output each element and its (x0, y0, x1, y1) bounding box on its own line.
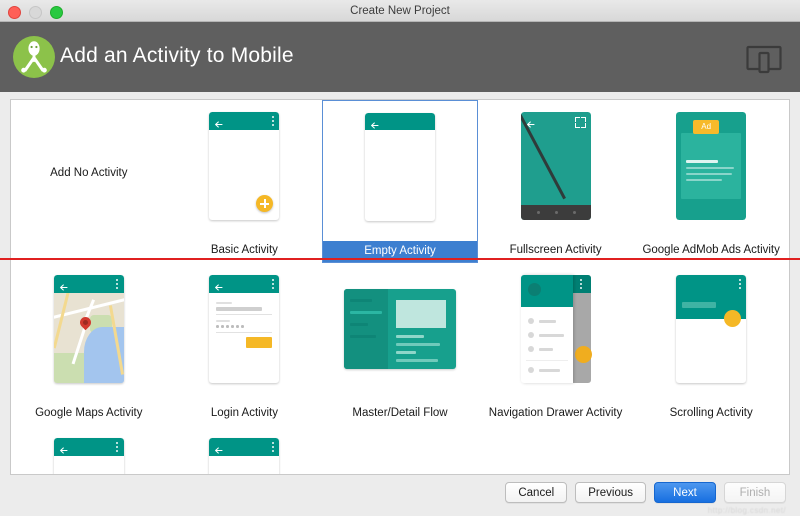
activity-card-navigation-drawer-activity[interactable]: Navigation Drawer Activity (478, 263, 634, 426)
floating-action-button-icon (724, 310, 742, 327)
fullscreen-expand-icon (574, 117, 586, 128)
next-button[interactable]: Next (654, 482, 716, 503)
activity-thumbnail-fullscreen (478, 100, 634, 240)
activity-thumbnail-master-detail (322, 263, 478, 403)
activity-grid: Add No Activity Basic Activity Empty Act… (11, 100, 789, 474)
window-title-bar: Create New Project (0, 0, 800, 22)
activity-card-basic-activity[interactable]: Basic Activity (167, 100, 323, 263)
annotation-red-line (0, 258, 800, 260)
activity-label: Fullscreen Activity (509, 244, 602, 256)
activity-card-empty-slot (478, 426, 634, 474)
activity-label: Login Activity (210, 407, 278, 419)
activity-label: Google AdMob Ads Activity (642, 244, 780, 256)
activity-row-partial (11, 426, 789, 474)
activity-card-google-maps-activity[interactable]: Google Maps Activity (11, 263, 167, 426)
finish-button: Finish (724, 482, 786, 503)
overflow-menu-icon (738, 279, 741, 289)
activity-label: Basic Activity (210, 244, 278, 256)
email-field-preview (216, 307, 263, 311)
floating-action-button-icon (574, 346, 592, 363)
activity-row: Google Maps Activity Login Activity Mast… (11, 263, 789, 426)
activity-thumbnail-partial (11, 426, 167, 474)
activity-thumbnail-basic (167, 100, 323, 240)
activity-thumbnail-admob: Ad (633, 100, 789, 240)
activity-card-scrolling-activity[interactable]: Scrolling Activity (633, 263, 789, 426)
window-title: Create New Project (350, 5, 450, 17)
dialog-footer: Cancel Previous Next Finish http://blog.… (0, 475, 800, 516)
back-arrow-icon (214, 279, 223, 291)
cancel-button[interactable]: Cancel (505, 482, 568, 503)
activity-label: Scrolling Activity (669, 407, 753, 419)
page-title: Add an Activity to Mobile (60, 44, 294, 67)
watermark-text: http://blog.csdn.net/ (707, 506, 786, 515)
activity-thumbnail-nav-drawer (478, 263, 634, 403)
activity-thumbnail-maps (11, 263, 167, 403)
overflow-menu-icon (116, 442, 119, 452)
ad-badge: Ad (693, 120, 720, 134)
activity-label: Google Maps Activity (35, 407, 143, 419)
activity-card-partial[interactable] (11, 426, 167, 474)
activity-card-partial[interactable] (167, 426, 323, 474)
wizard-button-row: Cancel Previous Next Finish (505, 482, 786, 503)
activity-gallery-panel[interactable]: Add No Activity Basic Activity Empty Act… (10, 99, 790, 475)
wizard-header: Add an Activity to Mobile (0, 22, 800, 92)
overflow-menu-icon (271, 116, 274, 126)
overflow-menu-icon (116, 279, 119, 289)
activity-card-empty-slot (322, 426, 478, 474)
activity-card-fullscreen-activity[interactable]: Fullscreen Activity (478, 100, 634, 263)
android-studio-logo-icon (12, 35, 56, 79)
activity-label: Navigation Drawer Activity (488, 407, 623, 419)
activity-card-google-admob-ads-activity[interactable]: Ad Google AdMob Ads Activity (633, 100, 789, 263)
sign-in-button-preview (246, 337, 273, 348)
back-arrow-icon (59, 279, 68, 291)
create-new-project-dialog: Create New Project Add an Activity to Mo (0, 0, 800, 516)
back-arrow-icon (526, 116, 535, 128)
back-arrow-icon (214, 116, 223, 128)
password-field-preview (216, 325, 244, 328)
activity-row: Add No Activity Basic Activity Empty Act… (11, 100, 789, 263)
back-arrow-icon (59, 442, 68, 454)
activity-card-empty-slot (633, 426, 789, 474)
activity-thumbnail-login (167, 263, 323, 403)
activity-label: Add No Activity (50, 166, 128, 179)
device-preview-icon[interactable] (746, 44, 782, 74)
map-preview (53, 293, 124, 383)
activity-thumbnail-scrolling (633, 263, 789, 403)
activity-card-add-no-activity[interactable]: Add No Activity (11, 100, 167, 263)
back-arrow-icon (214, 442, 223, 454)
overflow-menu-icon (580, 279, 583, 289)
activity-label: Empty Activity (364, 245, 436, 257)
floating-action-button-icon (256, 195, 274, 212)
back-arrow-icon (370, 117, 379, 129)
previous-button[interactable]: Previous (575, 482, 646, 503)
activity-card-login-activity[interactable]: Login Activity (167, 263, 323, 426)
activity-thumbnail-partial (167, 426, 323, 474)
activity-label: Master/Detail Flow (352, 407, 448, 419)
overflow-menu-icon (271, 442, 274, 452)
activity-card-empty-activity[interactable]: Empty Activity (322, 100, 478, 263)
activity-thumbnail-empty (322, 101, 478, 241)
activity-card-master-detail-flow[interactable]: Master/Detail Flow (322, 263, 478, 426)
overflow-menu-icon (271, 279, 274, 289)
